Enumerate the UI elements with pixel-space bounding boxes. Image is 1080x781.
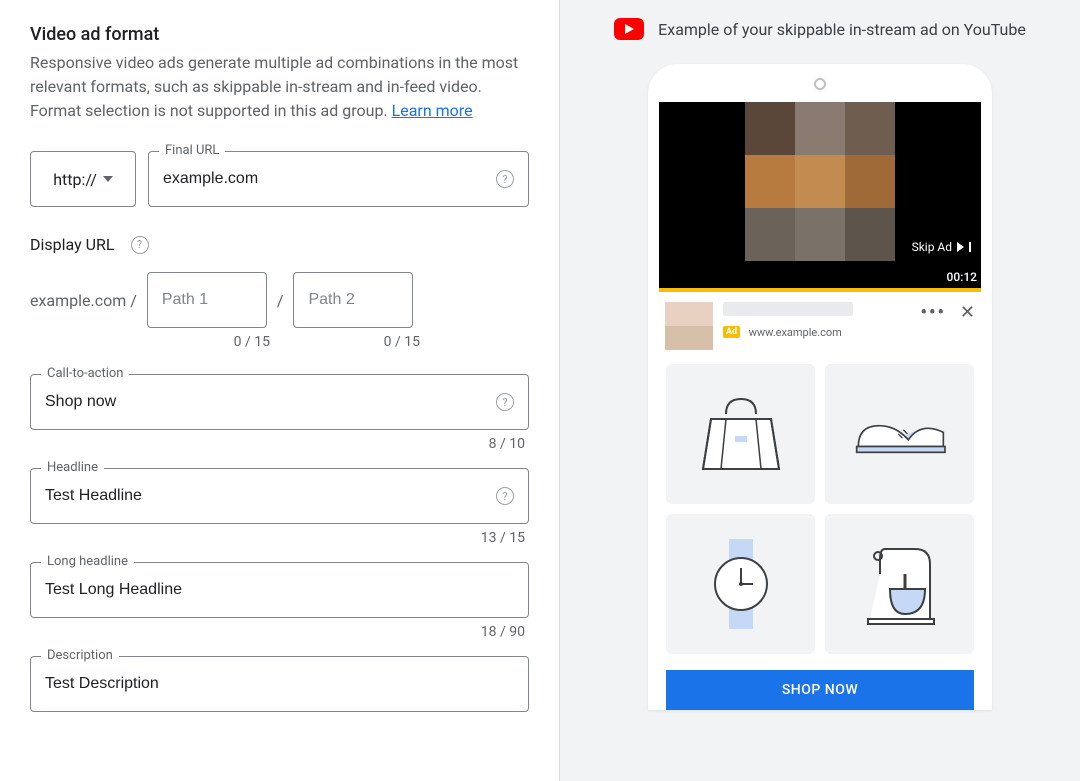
path2-field[interactable] (293, 272, 413, 328)
help-icon[interactable]: ? (496, 393, 514, 411)
cta-counter: 8 / 10 (30, 436, 529, 452)
ad-thumbnail (665, 302, 713, 350)
ad-title-placeholder (723, 302, 853, 316)
help-icon[interactable]: ? (496, 487, 514, 505)
final-url-input[interactable] (163, 170, 488, 188)
phone-speaker-icon (814, 78, 826, 90)
display-domain: example.com / (30, 291, 137, 310)
long-headline-counter: 18 / 90 (30, 624, 529, 640)
video-timer: 00:12 (947, 270, 977, 284)
section-title: Video ad format (30, 24, 529, 45)
description-input[interactable] (45, 675, 514, 693)
video-thumbnail (745, 102, 895, 288)
headline-counter: 13 / 15 (30, 530, 529, 546)
final-url-label: Final URL (159, 143, 225, 158)
youtube-icon (614, 18, 644, 40)
description-field[interactable]: Description (30, 656, 529, 712)
more-icon[interactable]: ••• (921, 302, 946, 323)
path2-input[interactable] (308, 291, 398, 309)
section-description: Responsive video ads generate multiple a… (30, 51, 529, 123)
product-tile-mixer[interactable] (825, 514, 974, 654)
close-icon[interactable]: ✕ (960, 302, 975, 323)
product-tile-watch[interactable] (666, 514, 815, 654)
path1-input[interactable] (162, 291, 252, 309)
product-grid (666, 364, 974, 654)
ad-display-url: www.example.com (749, 326, 842, 339)
watch-icon (691, 534, 791, 634)
shoe-icon (850, 384, 950, 484)
product-tile-shoe[interactable] (825, 364, 974, 504)
long-headline-input[interactable] (45, 581, 514, 599)
path1-field[interactable] (147, 272, 267, 328)
help-icon[interactable]: ? (131, 236, 149, 254)
shop-now-button[interactable]: SHOP NOW (666, 670, 974, 710)
final-url-field[interactable]: Final URL ? (148, 151, 529, 207)
video-preview: Skip Ad 00:12 (659, 102, 981, 288)
form-panel: Video ad format Responsive video ads gen… (0, 0, 560, 781)
bag-icon (691, 384, 791, 484)
mixer-icon (850, 534, 950, 634)
phone-mockup: Skip Ad 00:12 Ad www.example.com ••• ✕ (648, 64, 992, 710)
headline-field[interactable]: Headline ? (30, 468, 529, 524)
ad-badge: Ad (723, 326, 740, 338)
long-headline-field[interactable]: Long headline (30, 562, 529, 618)
protocol-select[interactable]: http:// (30, 151, 136, 207)
display-url-title: Display URL (30, 235, 115, 254)
skip-ad-button[interactable]: Skip Ad (902, 234, 981, 260)
path1-counter: 0 / 15 (150, 334, 270, 350)
product-tile-bag[interactable] (666, 364, 815, 504)
help-icon[interactable]: ? (496, 170, 514, 188)
chevron-down-icon (103, 176, 113, 182)
path2-counter: 0 / 15 (300, 334, 420, 350)
learn-more-link[interactable]: Learn more (392, 101, 473, 120)
preview-panel: Example of your skippable in-stream ad o… (560, 0, 1080, 781)
preview-title: Example of your skippable in-stream ad o… (658, 20, 1026, 39)
play-icon (957, 242, 964, 252)
cta-input[interactable] (45, 393, 488, 411)
headline-input[interactable] (45, 487, 488, 505)
cta-field[interactable]: Call-to-action ? (30, 374, 529, 430)
